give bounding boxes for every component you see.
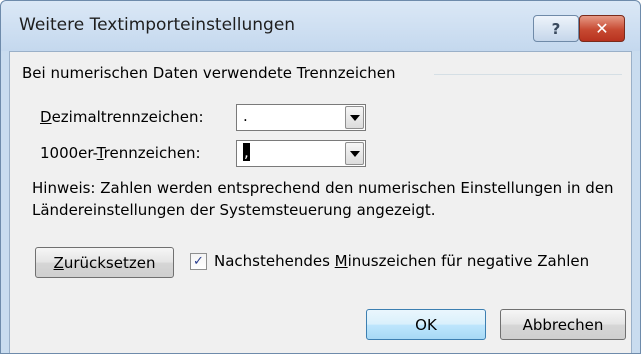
trailing-minus-label-prefix: Nachstehendes [214, 252, 335, 270]
help-button[interactable]: ? [533, 15, 579, 42]
dialog-body: Bei numerischen Daten verwendete Trennze… [9, 51, 632, 353]
help-icon: ? [551, 19, 561, 38]
reset-label: urücksetzen [63, 253, 156, 272]
trailing-minus-checkbox[interactable]: ✓ [190, 253, 207, 270]
thousands-label-prefix: 1000er- [40, 144, 97, 162]
cancel-button[interactable]: Abbrechen [500, 309, 626, 340]
separator-group-label: Bei numerischen Daten verwendete Trennze… [22, 64, 396, 82]
decimal-separator-label: Dezimaltrennzeichen: [40, 108, 204, 126]
thousands-separator-label: 1000er-Trennzeichen: [40, 144, 201, 162]
group-divider [434, 74, 622, 75]
decimal-label-text: ezimaltrennzeichen: [51, 108, 204, 126]
close-button[interactable]: ✕ [579, 15, 625, 42]
thousands-separator-combo[interactable]: , [236, 140, 366, 167]
dialog-title: Weitere Textimporteinstellungen [19, 15, 296, 35]
hint-text: Hinweis: Zahlen werden entsprechend den … [32, 179, 614, 219]
thousands-label-mnemonic: T [96, 144, 104, 162]
dialog-window: Weitere Textimporteinstellungen ? ✕ Bei … [0, 0, 641, 354]
thousands-label-text: rennzeichen: [103, 144, 201, 162]
chevron-down-icon [349, 114, 360, 121]
thousands-dropdown-button[interactable] [345, 142, 364, 165]
close-icon: ✕ [595, 19, 609, 38]
ok-button[interactable]: OK [366, 309, 486, 340]
trailing-minus-label-text: inuszeichen für negative Zahlen [347, 252, 590, 270]
trailing-minus-label[interactable]: Nachstehendes Minuszeichen für negative … [214, 252, 589, 270]
title-bar[interactable]: Weitere Textimporteinstellungen ? ✕ [1, 1, 640, 51]
checkmark-icon: ✓ [193, 254, 204, 269]
decimal-label-mnemonic: D [40, 108, 52, 126]
reset-button[interactable]: Zurücksetzen [35, 247, 174, 278]
decimal-separator-value: . [243, 107, 248, 125]
decimal-dropdown-button[interactable] [345, 106, 364, 129]
reset-mnemonic: Z [53, 253, 64, 272]
chevron-down-icon [349, 150, 360, 157]
thousands-separator-value[interactable]: , [243, 143, 250, 161]
decimal-separator-combo[interactable]: . [236, 104, 366, 131]
trailing-minus-mnemonic: M [334, 252, 348, 270]
